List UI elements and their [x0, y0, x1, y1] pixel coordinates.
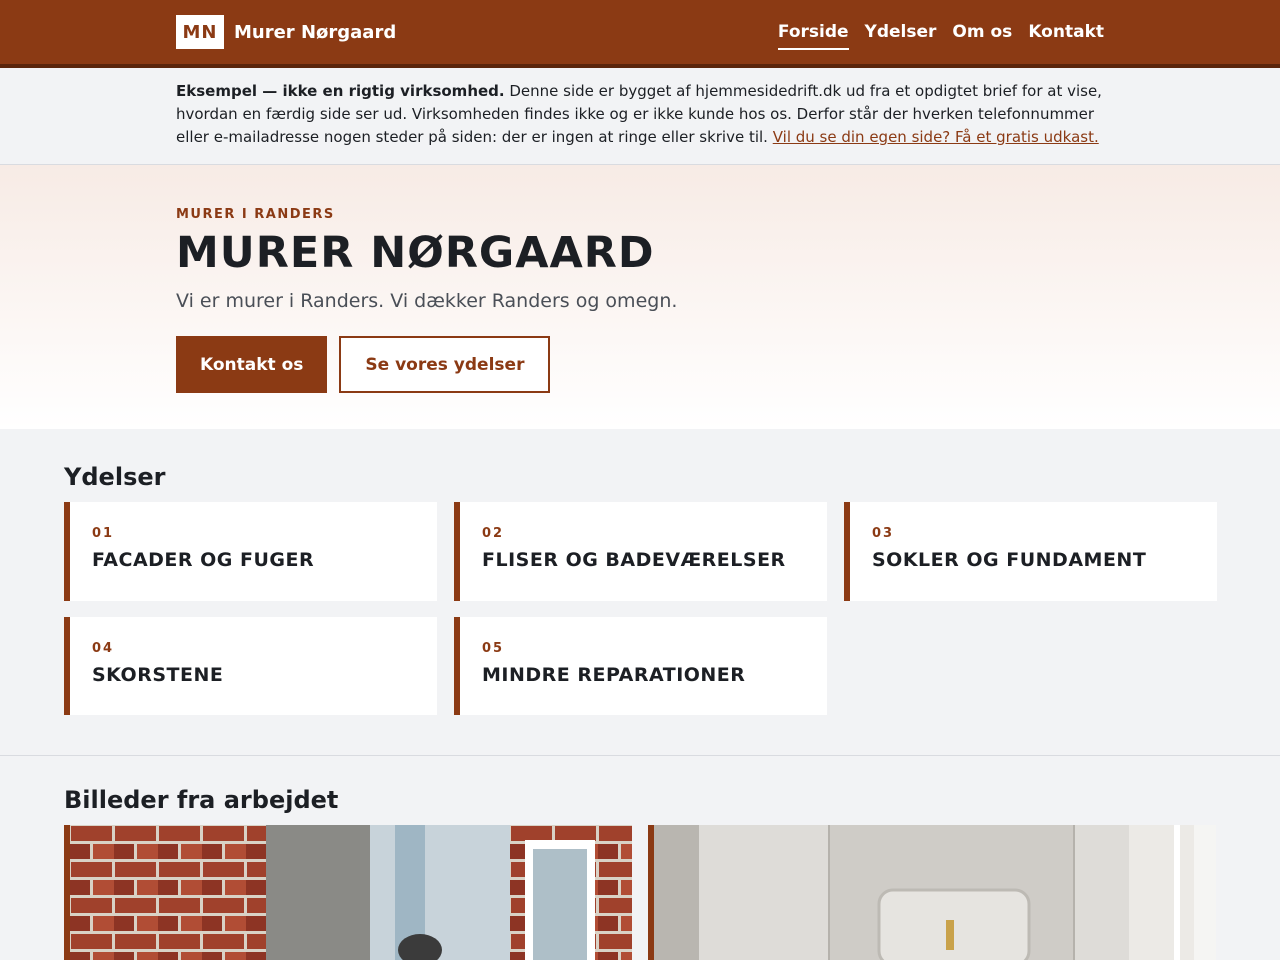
services-grid: 01 FACADER OG FUGER 02 FLISER OG BADEVÆR…	[64, 502, 1217, 715]
service-card[interactable]: 02 FLISER OG BADEVÆRELSER	[454, 502, 827, 601]
service-title: FACADER OG FUGER	[92, 549, 315, 571]
bathroom-tiles-image	[654, 825, 1216, 960]
nav-item-om-os[interactable]: Om os	[952, 16, 1012, 48]
service-number: 03	[872, 526, 895, 541]
services-section: Ydelser 01 FACADER OG FUGER 02 FLISER OG…	[64, 429, 1217, 755]
service-number: 05	[482, 641, 505, 656]
service-title: SKORSTENE	[92, 664, 224, 686]
service-number: 01	[92, 526, 115, 541]
example-notice: Eksempel — ikke en rigtig virksomhed. De…	[0, 68, 1280, 165]
hero-buttons: Kontakt os Se vores ydelser	[176, 336, 1104, 393]
main-nav: Forside Ydelser Om os Kontakt	[777, 16, 1104, 50]
header-inner: MN Murer Nørgaard Forside Ydelser Om os …	[176, 0, 1104, 64]
hero-subtitle: Vi er murer i Randers. Vi dækker Randers…	[176, 290, 678, 312]
notice-text: Eksempel — ikke en rigtig virksomhed. De…	[176, 80, 1104, 149]
service-card[interactable]: 01 FACADER OG FUGER	[64, 502, 437, 601]
gallery-photo-brick-facade[interactable]	[64, 825, 632, 960]
hero-section: MURER I RANDERS MURER NØRGAARD Vi er mur…	[0, 165, 1280, 429]
service-card[interactable]: 05 MINDRE REPARATIONER	[454, 617, 827, 715]
nav-item-ydelser[interactable]: Ydelser	[865, 16, 937, 48]
services-button[interactable]: Se vores ydelser	[339, 336, 551, 393]
brand-link[interactable]: MN Murer Nørgaard	[176, 15, 396, 49]
gallery-photo-bathroom[interactable]	[648, 825, 1216, 960]
service-title: FLISER OG BADEVÆRELSER	[482, 549, 786, 571]
site-header: MN Murer Nørgaard Forside Ydelser Om os …	[0, 0, 1280, 68]
service-card[interactable]: 04 SKORSTENE	[64, 617, 437, 715]
notice-bold: Eksempel — ikke en rigtig virksomhed.	[176, 82, 505, 100]
hero-title: MURER NØRGAARD	[176, 228, 655, 278]
brand-name: Murer Nørgaard	[234, 21, 397, 43]
nav-item-kontakt[interactable]: Kontakt	[1028, 16, 1104, 48]
contact-button[interactable]: Kontakt os	[176, 336, 328, 393]
hero-inner: MURER I RANDERS MURER NØRGAARD Vi er mur…	[176, 165, 1104, 393]
brick-wall-image	[70, 825, 632, 960]
gallery-title: Billeder fra arbejdet	[64, 786, 339, 814]
services-title: Ydelser	[64, 463, 166, 491]
gallery-row	[64, 825, 1216, 960]
free-draft-link[interactable]: Vil du se din egen side? Få et gratis ud…	[773, 128, 1099, 146]
service-number: 04	[92, 641, 115, 656]
nav-item-forside[interactable]: Forside	[777, 16, 849, 50]
service-title: SOKLER OG FUNDAMENT	[872, 549, 1147, 571]
hero-eyebrow: MURER I RANDERS	[176, 207, 335, 222]
service-number: 02	[482, 526, 505, 541]
gallery-section: Billeder fra arbejdet	[64, 756, 1216, 960]
service-title: MINDRE REPARATIONER	[482, 664, 746, 686]
logo-mark: MN	[176, 15, 224, 49]
service-card[interactable]: 03 SOKLER OG FUNDAMENT	[844, 502, 1217, 601]
